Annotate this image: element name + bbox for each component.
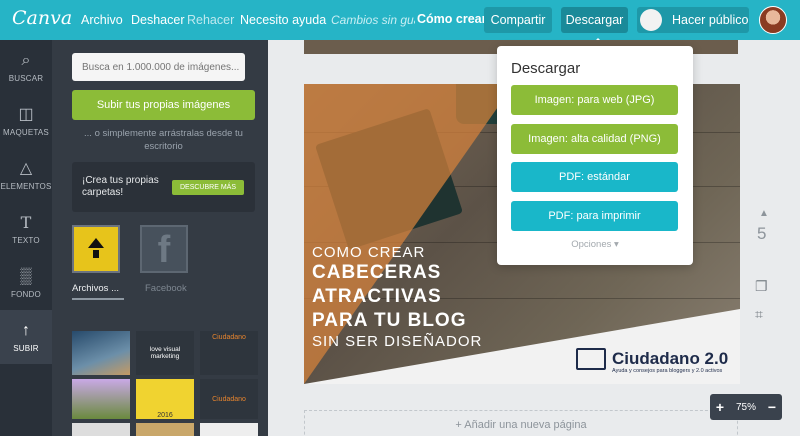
como-crear-link[interactable]: Cómo crear [417, 12, 486, 26]
thumb-label: Ciudadano [212, 395, 246, 403]
download-dropdown: Descargar Imagen: para web (JPG) Imagen:… [497, 46, 693, 265]
download-png-button[interactable]: Imagen: alta calidad (PNG) [511, 124, 678, 154]
rail-label: BUSCAR [8, 73, 44, 83]
upload-images-button[interactable]: Subir tus propias imágenes [72, 90, 255, 120]
upload-thumb[interactable] [200, 423, 258, 436]
folders-promo-text: ¡Crea tus propias carpetas! [82, 175, 159, 198]
upload-thumb[interactable]: Ciudadano [200, 379, 258, 419]
upload-thumb[interactable] [72, 423, 130, 436]
upload-icon: ↑ [22, 321, 30, 339]
share-button[interactable]: Compartir [484, 7, 552, 33]
computer-icon [576, 348, 606, 370]
dropdown-title: Descargar [511, 60, 581, 77]
upload-thumb[interactable]: 2016 [136, 379, 194, 419]
search-icon: ⌕ [21, 51, 31, 69]
rail-buscar[interactable]: ⌕ BUSCAR [0, 40, 52, 94]
options-toggle[interactable]: Opciones ▾ [497, 239, 693, 250]
upload-arrow-icon [88, 238, 104, 258]
rail-elementos[interactable]: △ ELEMENTOS [0, 148, 52, 202]
tab-archivos-label: Archivos ... [72, 283, 119, 294]
make-public-label: Hacer público [672, 13, 749, 27]
delete-page-icon[interactable]: ⌗ [755, 306, 763, 323]
download-pdf-print-button[interactable]: PDF: para imprimir [511, 201, 678, 231]
zoom-out-button[interactable]: − [768, 399, 776, 415]
rail-label: TEXTO [12, 235, 40, 245]
upload-thumb[interactable]: love visual marketing [136, 331, 194, 375]
headline-line: PARA TU BLOG [312, 310, 467, 331]
options-label: Opciones [571, 239, 612, 250]
drag-hint: ... o simplemente arrástralas desde tu e… [84, 128, 243, 152]
chevron-down-icon: ▾ [614, 239, 619, 250]
zoom-level: 75% [735, 401, 756, 413]
uploads-panel: Subir tus propias imágenes ... o simplem… [52, 40, 268, 436]
rail-label: FONDO [11, 289, 41, 299]
add-page-button[interactable]: + Añadir una nueva página [304, 410, 738, 436]
tab-underline [72, 298, 124, 300]
tab-facebook[interactable]: f [140, 225, 188, 273]
left-rail: ⌕ BUSCAR ◫ MAQUETAS △ ELEMENTOS T TEXTO … [0, 40, 52, 436]
brand-tagline: Ayuda y consejos para bloggers y 2.0 act… [612, 368, 723, 374]
headline-line: SIN SER DISEÑADOR [312, 333, 483, 350]
zoom-control: + 75% − [710, 394, 782, 420]
toggle-knob [640, 9, 662, 31]
brand-name: Ciudadano 2.0 [612, 349, 729, 368]
help-link[interactable]: Necesito ayuda [240, 13, 326, 27]
upload-thumb[interactable]: Ciudadano [200, 331, 258, 375]
thumb-label: love visual marketing [149, 346, 181, 360]
headline-line: COMO CREAR [312, 244, 426, 261]
avatar[interactable] [759, 6, 787, 34]
redo-button[interactable]: Rehacer [187, 13, 234, 27]
top-bar: Canva Archivo Deshacer Rehacer Necesito … [0, 0, 800, 40]
undo-button[interactable]: Deshacer [131, 13, 185, 27]
menu-archivo[interactable]: Archivo [81, 13, 123, 27]
rail-label: ELEMENTOS [0, 181, 52, 191]
rail-label: MAQUETAS [3, 127, 49, 137]
discover-more-button[interactable]: DESCUBRE MÁS [172, 180, 244, 195]
brand-logo[interactable]: Ciudadano 2.0 [576, 348, 728, 370]
thumb-label: Ciudadano [212, 334, 246, 341]
rail-texto[interactable]: T TEXTO [0, 202, 52, 256]
download-button[interactable]: Descargar [561, 7, 628, 33]
text-icon: T [20, 212, 32, 232]
background-icon: ▒ [20, 267, 32, 285]
copy-page-icon[interactable]: ❐ [755, 278, 768, 295]
rail-subir[interactable]: ↑ SUBIR [0, 310, 52, 364]
tab-archivos[interactable] [72, 225, 120, 273]
zoom-in-button[interactable]: + [716, 399, 724, 415]
rail-label: SUBIR [13, 343, 39, 353]
tab-facebook-label: Facebook [145, 283, 187, 294]
download-jpg-button[interactable]: Imagen: para web (JPG) [511, 85, 678, 115]
upload-thumb[interactable] [72, 379, 130, 419]
layout-icon: ◫ [18, 105, 34, 123]
upload-thumb[interactable] [72, 331, 130, 375]
make-public-toggle[interactable]: Hacer público [637, 7, 749, 33]
image-search-input[interactable] [72, 53, 245, 81]
headline[interactable]: COMO CREAR CABECERAS ATRACTIVAS PARA TU … [312, 244, 482, 350]
rail-maquetas[interactable]: ◫ MAQUETAS [0, 94, 52, 148]
download-pdf-standard-button[interactable]: PDF: estándar [511, 162, 678, 192]
thumb-label: 2016 [157, 412, 173, 419]
upload-thumb[interactable] [136, 423, 194, 436]
page-grip-icon: ▲ [759, 208, 769, 219]
shapes-icon: △ [19, 159, 33, 177]
headline-line: CABECERAS [312, 262, 442, 283]
save-status: Cambios sin guardar [331, 13, 415, 27]
folders-promo: ¡Crea tus propias carpetas! DESCUBRE MÁS [72, 162, 255, 212]
headline-line: ATRACTIVAS [312, 286, 442, 307]
facebook-icon: f [157, 229, 171, 271]
rail-fondo[interactable]: ▒ FONDO [0, 256, 52, 310]
page-number: 5 [757, 224, 767, 243]
canva-logo[interactable]: Canva [12, 7, 72, 29]
